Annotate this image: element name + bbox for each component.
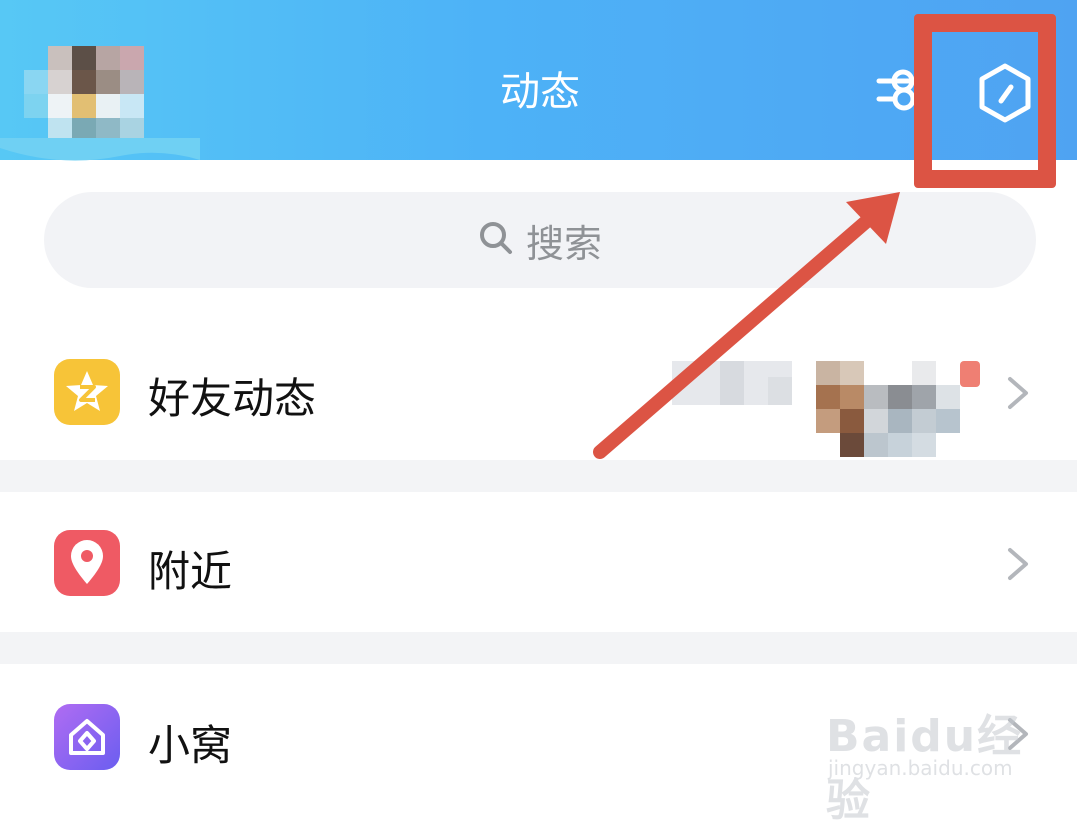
menu-item-label: 附近 <box>148 547 233 596</box>
watermark-url: jingyan.baidu.com <box>828 756 1013 780</box>
notification-dot <box>960 361 980 387</box>
location-pin-icon <box>54 530 120 596</box>
search-placeholder: 搜索 <box>525 221 602 266</box>
chevron-right-icon <box>1008 548 1028 580</box>
search-icon <box>478 220 514 260</box>
qzone-star-icon <box>54 359 120 425</box>
menu-item-nearby[interactable]: 附近 <box>0 492 1077 627</box>
section-divider <box>0 632 1077 664</box>
menu-item-label: 好友动态 <box>148 374 317 423</box>
page-title: 动态 <box>500 69 580 115</box>
baidu-watermark: Baidu经验 jingyan.baidu.com <box>826 690 1046 826</box>
menu-item-label: 小窝 <box>148 721 233 770</box>
avatar[interactable] <box>0 20 200 165</box>
chevron-right-icon <box>1008 377 1028 409</box>
annotation-highlight-box <box>914 14 1056 188</box>
avatar-cloud-shape <box>0 138 200 161</box>
search-bar[interactable]: 搜索 <box>44 192 1036 288</box>
section-divider <box>0 460 1077 492</box>
home-diamond-icon <box>54 704 120 770</box>
menu-item-friend-feed[interactable]: 好友动态 <box>0 325 1077 460</box>
